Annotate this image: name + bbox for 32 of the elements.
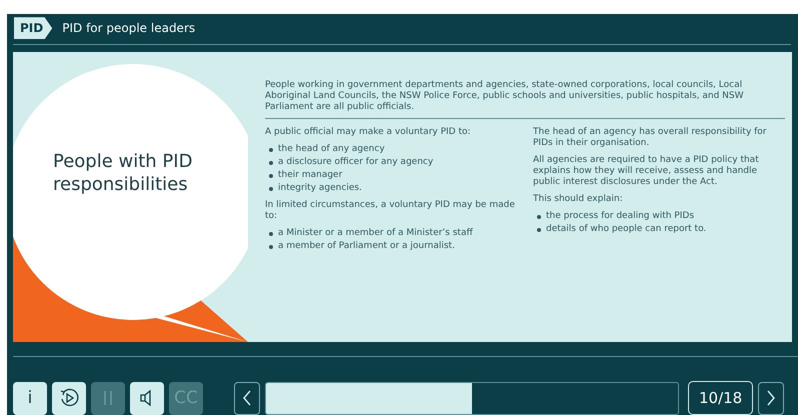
- slide-counter: 10/18: [688, 381, 754, 415]
- list-item: the process for dealing with PIDs: [546, 211, 694, 222]
- list-item: a member of Parliament or a journalist.: [278, 241, 455, 252]
- info-button[interactable]: i: [13, 382, 47, 415]
- bullet-icon: [269, 148, 273, 152]
- list-item: details of who people can report to.: [546, 224, 706, 236]
- replay-icon: [59, 388, 79, 408]
- bullet-icon: [537, 214, 541, 219]
- slide-heading: People with PID responsibilities: [53, 150, 194, 196]
- list-item: their manager: [278, 170, 342, 182]
- paragraph: All agencies are required to have a PID policy that explains how they will receive, assess and handle public interest disclosures under the Act.: [533, 155, 760, 188]
- list-item: a Minister or a member of a Minister’s staff: [278, 228, 473, 240]
- bullet-icon: [269, 232, 273, 236]
- list-item: the head of any agency: [278, 144, 385, 156]
- replay-button[interactable]: [52, 382, 86, 415]
- list-item: integrity agencies.: [278, 183, 362, 194]
- bullet-icon: [269, 244, 273, 249]
- previous-button[interactable]: [234, 382, 260, 415]
- paragraph: A public official may make a voluntary PID to:: [265, 127, 472, 138]
- bullet-icon: [537, 228, 541, 232]
- list-item: a disclosure officer for any agency: [278, 157, 434, 168]
- bullet-icon: [269, 186, 273, 191]
- next-button[interactable]: [758, 382, 784, 415]
- sound-button[interactable]: [130, 382, 164, 415]
- course-title: PID for people leaders: [62, 21, 196, 36]
- paragraph: In limited circumstances, a voluntary PID may be made to:: [265, 200, 516, 222]
- paragraph: The head of an agency has overall responsibility for PIDs in their organisation.: [533, 127, 768, 150]
- bullet-icon: [269, 160, 273, 165]
- course-badge: PID: [14, 17, 52, 40]
- intro-paragraph: People working in government departments and agencies, state-owned corporations, local councils, Local Aboriginal Land Councils, the NSW Police Force, public schools and universities, public hospitals, and NSW Parliament are all public officials.: [265, 80, 745, 114]
- bullet-icon: [269, 174, 273, 178]
- paragraph: This should explain:: [533, 194, 624, 206]
